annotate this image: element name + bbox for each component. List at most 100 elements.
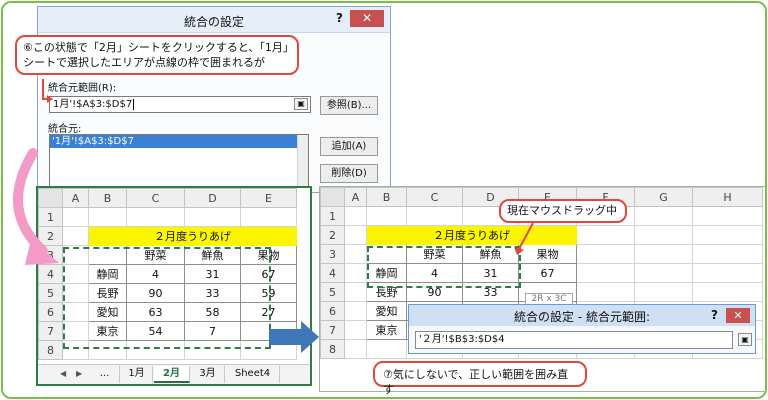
cell[interactable] — [184, 207, 241, 227]
cell[interactable] — [344, 225, 367, 245]
cell[interactable] — [62, 264, 89, 284]
row-label-cell[interactable]: 愛知 — [366, 301, 407, 321]
cell[interactable] — [576, 244, 635, 264]
cell[interactable] — [344, 263, 367, 283]
cell[interactable] — [344, 320, 367, 340]
cell[interactable] — [692, 225, 763, 245]
range-picker-input[interactable]: '２月'!$B$3:$D$4 — [415, 331, 733, 349]
value-cell[interactable]: 54 — [126, 321, 185, 341]
cell[interactable] — [240, 207, 297, 227]
range-picker-title-bar[interactable]: 統合の設定 - 統合元範囲: ? ✕ — [409, 305, 755, 326]
column-header[interactable]: C — [406, 187, 463, 207]
value-cell[interactable]: 58 — [184, 302, 241, 322]
value-cell[interactable]: 67 — [240, 264, 297, 284]
row-label-cell[interactable]: 長野 — [366, 282, 407, 302]
tab-mar[interactable]: 3月 — [191, 366, 225, 383]
cell[interactable] — [576, 282, 635, 302]
row-header[interactable]: 7 — [38, 321, 63, 341]
cell[interactable] — [634, 244, 693, 264]
tab-more[interactable]: ... — [90, 366, 120, 383]
cell[interactable] — [634, 282, 693, 302]
column-header[interactable]: A — [344, 187, 367, 207]
header-cell[interactable]: 野菜 — [126, 245, 185, 265]
row-header[interactable]: 3 — [320, 244, 345, 264]
value-cell[interactable]: 63 — [126, 302, 185, 322]
column-header[interactable]: C — [126, 188, 185, 208]
cell[interactable] — [634, 206, 693, 226]
cell[interactable] — [62, 321, 89, 341]
row-header[interactable]: 2 — [320, 225, 345, 245]
row-header[interactable]: 6 — [38, 302, 63, 322]
help-icon[interactable]: ? — [336, 11, 343, 25]
value-cell[interactable]: 31 — [462, 263, 519, 283]
value-cell[interactable]: 59 — [240, 283, 297, 303]
value-cell[interactable]: 33 — [462, 282, 519, 302]
value-cell[interactable]: 27 — [240, 302, 297, 322]
row-label-cell[interactable]: 東京 — [88, 321, 127, 341]
row-header[interactable]: 8 — [320, 339, 345, 359]
header-cell[interactable]: 野菜 — [406, 244, 463, 264]
range-input[interactable]: 1月'!$A$3:$D$7 — [49, 96, 311, 113]
delete-button[interactable]: 削除(D) — [320, 164, 378, 183]
cell[interactable] — [62, 340, 89, 360]
tab-feb[interactable]: 2月 — [154, 366, 190, 383]
column-header[interactable]: D — [184, 188, 241, 208]
column-header[interactable]: E — [240, 188, 297, 208]
row-header[interactable]: 4 — [320, 263, 345, 283]
cell[interactable] — [692, 282, 763, 302]
close-icon[interactable]: ✕ — [350, 10, 384, 27]
cell[interactable] — [184, 340, 241, 360]
cell[interactable] — [344, 206, 367, 226]
cell[interactable] — [88, 340, 127, 360]
cell[interactable] — [62, 245, 89, 265]
cell[interactable] — [240, 340, 297, 360]
cell[interactable] — [344, 339, 367, 359]
row-header[interactable]: 1 — [320, 206, 345, 226]
cell[interactable] — [576, 225, 635, 245]
cell[interactable] — [344, 301, 367, 321]
cell[interactable] — [634, 263, 693, 283]
value-cell[interactable] — [240, 321, 297, 341]
row-label-cell[interactable]: 愛知 — [88, 302, 127, 322]
cell[interactable] — [344, 244, 367, 264]
row-label-cell[interactable]: 長野 — [88, 283, 127, 303]
header-cell[interactable]: 果物 — [518, 244, 577, 264]
value-cell[interactable]: 90 — [126, 283, 185, 303]
cell[interactable] — [344, 282, 367, 302]
column-header[interactable]: H — [692, 187, 763, 207]
column-header[interactable]: G — [634, 187, 693, 207]
row-header[interactable]: 5 — [38, 283, 63, 303]
cell[interactable] — [62, 283, 89, 303]
references-list[interactable]: '1月'!$A$3:$D$7 — [49, 134, 309, 192]
tab-prev-icon[interactable]: ◀ — [60, 366, 66, 382]
cell[interactable] — [692, 206, 763, 226]
sheet-title-cell[interactable]: ２月度うりあげ — [366, 225, 577, 245]
cell[interactable] — [62, 226, 89, 246]
header-cell[interactable]: 果物 — [240, 245, 297, 265]
column-header[interactable]: A — [62, 188, 89, 208]
row-header[interactable]: 2 — [38, 226, 63, 246]
column-header[interactable]: B — [88, 188, 127, 208]
cell[interactable] — [62, 207, 89, 227]
value-cell[interactable]: 31 — [184, 264, 241, 284]
cell[interactable] — [634, 225, 693, 245]
dialog-title-bar[interactable]: 統合の設定 ? ✕ — [38, 7, 390, 33]
cell[interactable] — [406, 206, 463, 226]
header-cell[interactable]: 鮮魚 — [462, 244, 519, 264]
row-label-cell[interactable]: 東京 — [366, 320, 407, 340]
column-header[interactable]: B — [366, 187, 407, 207]
collapse-dialog-icon[interactable]: ▣ — [294, 98, 308, 110]
cell[interactable] — [366, 244, 407, 264]
cell[interactable] — [692, 244, 763, 264]
cell[interactable] — [126, 207, 185, 227]
cell[interactable] — [62, 302, 89, 322]
row-header[interactable]: 8 — [38, 340, 63, 360]
cell[interactable] — [88, 245, 127, 265]
row-label-cell[interactable]: 静岡 — [366, 263, 407, 283]
help-icon[interactable]: ? — [711, 308, 718, 322]
value-cell[interactable]: 4 — [126, 264, 185, 284]
cell[interactable] — [366, 206, 407, 226]
select-all-corner[interactable] — [320, 187, 345, 207]
row-header[interactable]: 4 — [38, 264, 63, 284]
expand-dialog-icon[interactable]: ▣ — [738, 333, 752, 346]
